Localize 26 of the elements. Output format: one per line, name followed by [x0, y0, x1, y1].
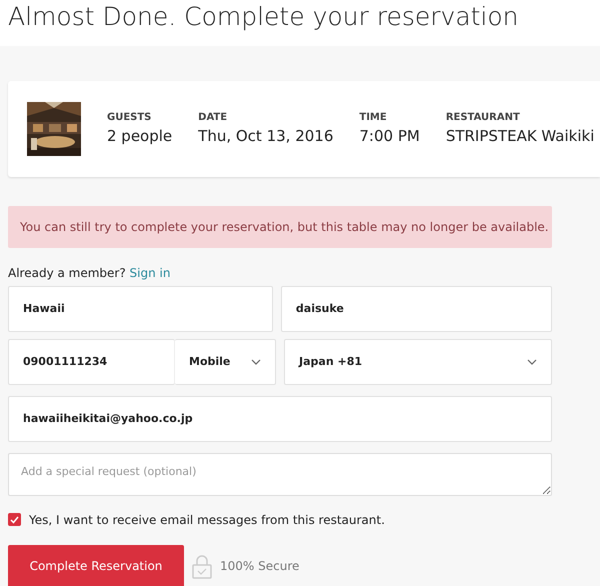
email-opt-in-label: Yes, I want to receive email messages from this restaurant. — [29, 512, 385, 528]
summary-value: 7:00 PM — [359, 126, 420, 148]
summary-label: DATE — [198, 111, 228, 126]
last-name-field[interactable]: Hawaii — [8, 286, 273, 332]
summary-label: GUESTS — [107, 111, 152, 126]
page-title: Almost Done. Complete your reservation — [8, 1, 520, 33]
email-opt-in-checkbox[interactable] — [8, 513, 21, 526]
member-prompt: Already a member? — [8, 266, 126, 280]
complete-reservation-button[interactable]: Complete Reservation — [8, 544, 184, 586]
chevron-down-icon — [251, 359, 261, 365]
sign-in-link[interactable]: Sign in — [130, 266, 170, 280]
chevron-down-icon — [527, 359, 537, 365]
availability-alert: You can still try to complete your reservation, but this table may no longer be available. — [8, 206, 552, 248]
first-name-field[interactable]: daisuke — [280, 286, 552, 332]
summary-value: STRIPSTEAK Waikiki — [446, 126, 594, 148]
special-request-field[interactable]: Add a special request (optional) — [8, 453, 552, 496]
summary-label: RESTAURANT — [446, 111, 521, 126]
padlock-icon — [192, 554, 212, 578]
summary-value: Thu, Oct 13, 2016 — [198, 126, 334, 148]
phone-type-select[interactable]: Mobile — [175, 339, 276, 385]
summary-label: TIME — [359, 111, 388, 126]
phone-field[interactable]: 09001111234 — [8, 339, 175, 385]
summary-value: 2 people — [107, 126, 172, 148]
secure-label: 100% Secure — [220, 558, 300, 575]
country-code-select[interactable]: Japan +81 — [284, 339, 552, 385]
email-field[interactable]: hawaiiheikitai@yahoo.co.jp — [8, 396, 552, 442]
